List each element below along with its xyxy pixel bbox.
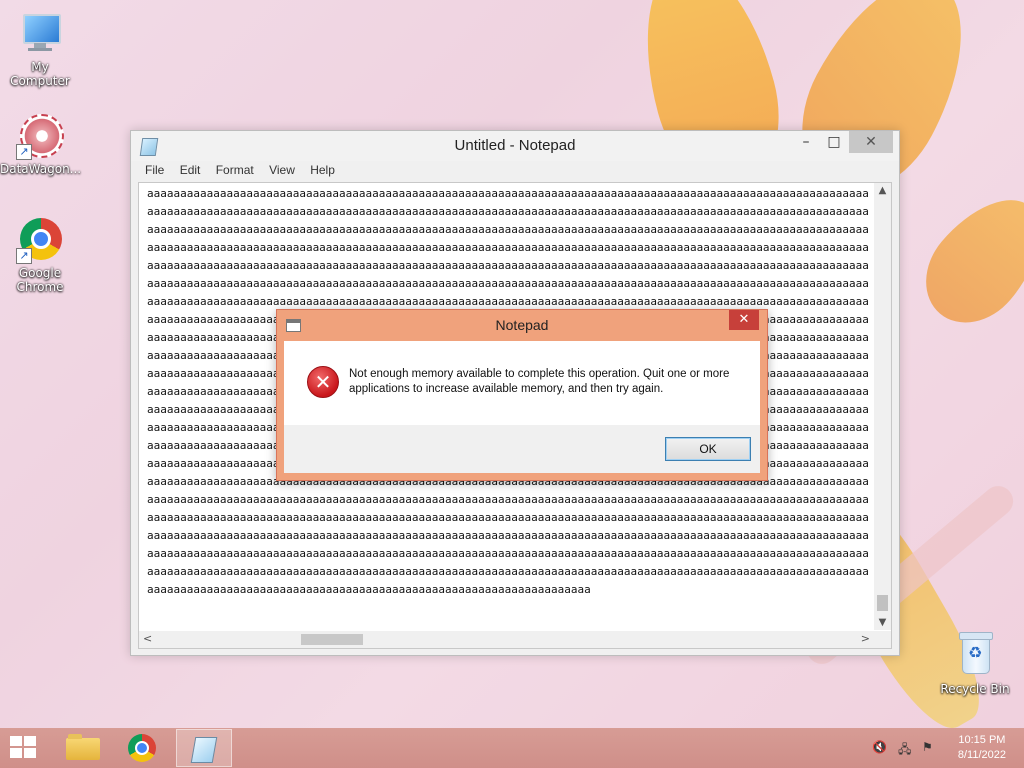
maximize-button[interactable]: □	[819, 131, 849, 153]
shortcut-arrow-icon: ↗	[16, 144, 32, 160]
desktop-icon-label: Google Chrome	[16, 266, 64, 294]
datawagon-icon: ↗	[16, 112, 64, 160]
menu-help[interactable]: Help	[304, 161, 341, 179]
menu-format[interactable]: Format	[210, 161, 260, 179]
chrome-icon	[128, 734, 156, 762]
my-computer-icon	[16, 10, 64, 58]
action-center-flag-icon[interactable]: ⚑	[922, 740, 933, 754]
ok-button[interactable]: OK	[665, 437, 751, 461]
desktop-icon-label: My Computer	[10, 60, 70, 88]
vertical-scrollbar[interactable]: ▲ ▼	[874, 183, 891, 630]
desktop-icon-recycle-bin[interactable]: ♻ Recycle Bin	[935, 632, 1015, 696]
taskbar-file-explorer[interactable]	[56, 729, 112, 767]
start-button[interactable]	[10, 736, 38, 760]
dialog-title: Notepad	[495, 317, 549, 333]
scroll-left-icon[interactable]: <	[143, 632, 152, 645]
desktop-icon-datawagon[interactable]: ↗ DataWagon...	[0, 112, 82, 176]
horizontal-scrollbar[interactable]: < >	[139, 631, 874, 648]
volume-muted-icon[interactable]: 🔇	[872, 740, 887, 754]
dialog-title-bar[interactable]: Notepad ✕	[277, 310, 767, 341]
clock-time: 10:15 PM	[958, 734, 1006, 746]
desktop-icon-google-chrome[interactable]: ↗ Google Chrome	[0, 216, 80, 294]
dialog-content: ✕ Not enough memory available to complet…	[284, 341, 760, 425]
close-button[interactable]: ✕	[849, 131, 893, 153]
scrollbar-corner	[874, 631, 891, 648]
recycle-bin-icon: ♻	[951, 632, 999, 680]
windows-logo-icon	[10, 736, 22, 746]
horizontal-scroll-thumb[interactable]	[301, 634, 363, 645]
dialog-close-button[interactable]: ✕	[729, 310, 759, 330]
clock-date: 8/11/2022	[957, 749, 1006, 761]
desktop-icon-my-computer[interactable]: My Computer	[0, 10, 80, 88]
vertical-scroll-thumb[interactable]	[877, 595, 888, 611]
system-clock[interactable]: 10:15 PM 8/11/2022	[958, 733, 1006, 763]
window-title: Untitled - Notepad	[454, 137, 576, 154]
desktop-icon-label: Recycle Bin	[940, 682, 1010, 696]
chrome-icon: ↗	[16, 216, 64, 264]
menu-view[interactable]: View	[263, 161, 301, 179]
scroll-right-icon[interactable]: >	[861, 632, 870, 645]
wallpaper-petal	[905, 177, 1024, 343]
dialog-body: ✕ Not enough memory available to complet…	[284, 341, 760, 473]
error-dialog[interactable]: Notepad ✕ ✕ Not enough memory available …	[276, 309, 768, 481]
taskbar-notepad[interactable]	[176, 729, 232, 767]
taskbar-google-chrome[interactable]	[116, 729, 172, 767]
scroll-down-icon[interactable]: ▼	[874, 617, 891, 628]
title-bar[interactable]: Untitled - Notepad – □ ✕	[131, 131, 899, 161]
minimize-button[interactable]: –	[791, 131, 821, 153]
network-icon[interactable]: 🖧	[898, 740, 911, 761]
scroll-up-icon[interactable]: ▲	[874, 185, 891, 196]
dialog-message: Not enough memory available to complete …	[349, 368, 730, 395]
notepad-icon	[190, 737, 218, 763]
menu-file[interactable]: File	[139, 161, 170, 179]
error-icon: ✕	[307, 366, 339, 398]
menu-edit[interactable]: Edit	[174, 161, 207, 179]
menu-bar: File Edit Format View Help	[131, 161, 899, 181]
taskbar: 🔇 🖧 ⚑ 10:15 PM 8/11/2022	[0, 728, 1024, 768]
folder-icon	[66, 734, 100, 760]
desktop-icon-label: DataWagon...	[0, 162, 82, 176]
shortcut-arrow-icon: ↗	[16, 248, 32, 264]
